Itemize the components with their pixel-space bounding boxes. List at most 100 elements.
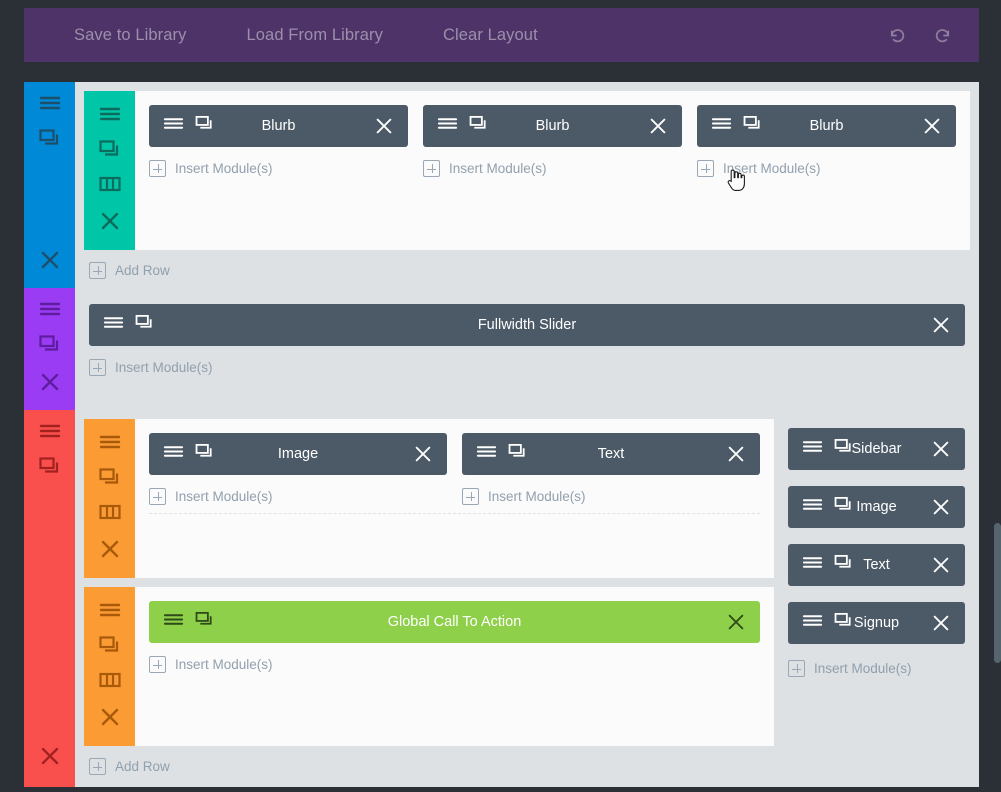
module-clone-icon[interactable]	[135, 314, 156, 336]
row-settings-icon[interactable]	[98, 601, 122, 624]
section-delete-icon[interactable]	[38, 248, 62, 277]
add-row-link[interactable]: Add Row	[89, 758, 170, 775]
module-clone-icon[interactable]	[195, 611, 216, 633]
module-delete-icon[interactable]	[931, 315, 951, 335]
module-global-call-to-action[interactable]: Global Call To Action	[149, 601, 760, 643]
module-title: Global Call To Action	[149, 614, 760, 630]
module-settings-icon[interactable]	[802, 497, 823, 517]
module-delete-icon[interactable]	[931, 439, 951, 459]
plus-icon	[89, 262, 106, 279]
row-clone-icon[interactable]	[98, 139, 122, 164]
module-settings-icon[interactable]	[802, 555, 823, 575]
insert-modules-link[interactable]: Insert Module(s)	[423, 147, 682, 177]
section-clone-icon[interactable]	[38, 334, 62, 359]
save-to-library-button[interactable]: Save to Library	[24, 26, 216, 45]
module-delete-icon[interactable]	[931, 555, 951, 575]
section-delete-icon[interactable]	[38, 744, 62, 773]
insert-modules-link[interactable]: Insert Module(s)	[89, 346, 965, 376]
row-columns-icon[interactable]	[98, 175, 122, 198]
module-delete-icon[interactable]	[931, 613, 951, 633]
section-delete-icon[interactable]	[38, 370, 62, 399]
row-clone-icon[interactable]	[98, 635, 122, 660]
row-delete-icon[interactable]	[98, 705, 122, 734]
row-columns: Blurb Insert Module(s)	[135, 91, 970, 250]
row-bottom-pad	[135, 514, 774, 532]
insert-modules-link[interactable]: Insert Module(s)	[149, 475, 447, 505]
module-delete-icon[interactable]	[726, 612, 746, 632]
module-text[interactable]: Text	[788, 544, 965, 586]
column: Blurb Insert Module(s)	[423, 105, 682, 236]
row-settings-icon[interactable]	[98, 105, 122, 128]
module-image[interactable]: Image	[788, 486, 965, 528]
column: Image Insert Module(s)	[149, 433, 447, 505]
module-delete-icon[interactable]	[413, 444, 433, 464]
module-settings-icon[interactable]	[437, 116, 458, 136]
module-delete-icon[interactable]	[922, 116, 942, 136]
row-delete-icon[interactable]	[98, 209, 122, 238]
module-settings-icon[interactable]	[163, 444, 184, 464]
row-body: Global Call To Action Insert Module(s)	[135, 587, 774, 746]
plus-icon	[149, 656, 166, 673]
module-delete-icon[interactable]	[374, 116, 394, 136]
module-image[interactable]: Image	[149, 433, 447, 475]
module-settings-icon[interactable]	[802, 613, 823, 633]
row-columns-icon[interactable]	[98, 503, 122, 526]
module-blurb[interactable]: Blurb	[697, 105, 956, 147]
column: Text Insert Module(s)	[462, 433, 760, 505]
module-blurb[interactable]: Blurb	[423, 105, 682, 147]
add-row-link[interactable]: Add Row	[89, 262, 170, 279]
module-sidebar[interactable]: Sidebar	[788, 428, 965, 470]
module-clone-icon[interactable]	[469, 115, 490, 137]
column: Global Call To Action Insert Module(s)	[149, 601, 760, 673]
section-red-body: Image Insert Module(s)	[75, 410, 979, 787]
module-clone-icon[interactable]	[743, 115, 764, 137]
section-settings-icon[interactable]	[38, 300, 62, 323]
module-blurb[interactable]: Blurb	[149, 105, 408, 147]
module-signup[interactable]: Signup	[788, 602, 965, 644]
row-delete-icon[interactable]	[98, 537, 122, 566]
module-clone-icon[interactable]	[834, 438, 855, 460]
insert-modules-link[interactable]: Insert Module(s)	[149, 147, 408, 177]
section-clone-icon[interactable]	[38, 128, 62, 153]
module-fullwidth-slider[interactable]: Fullwidth Slider	[89, 304, 965, 346]
module-clone-icon[interactable]	[834, 554, 855, 576]
section-settings-icon[interactable]	[38, 422, 62, 445]
module-clone-icon[interactable]	[834, 612, 855, 634]
insert-modules-link[interactable]: Insert Module(s)	[149, 643, 760, 673]
module-settings-icon[interactable]	[163, 612, 184, 632]
row-toolbar	[84, 587, 135, 746]
load-from-library-button[interactable]: Load From Library	[216, 26, 413, 45]
insert-modules-label: Insert Module(s)	[814, 661, 912, 676]
section-clone-icon[interactable]	[38, 456, 62, 481]
module-settings-icon[interactable]	[802, 439, 823, 459]
module-delete-icon[interactable]	[648, 116, 668, 136]
module-settings-icon[interactable]	[163, 116, 184, 136]
module-clone-icon[interactable]	[195, 443, 216, 465]
row-clone-icon[interactable]	[98, 467, 122, 492]
insert-modules-link[interactable]: Insert Module(s)	[462, 475, 760, 505]
module-clone-icon[interactable]	[195, 115, 216, 137]
undo-icon[interactable]	[873, 26, 920, 45]
module-clone-icon[interactable]	[834, 496, 855, 518]
redo-icon[interactable]	[920, 26, 979, 45]
row-columns-icon[interactable]	[98, 671, 122, 694]
module-settings-icon[interactable]	[103, 315, 124, 335]
module-clone-icon[interactable]	[508, 443, 529, 465]
section-red-toolbar	[24, 410, 75, 787]
module-settings-icon[interactable]	[476, 444, 497, 464]
insert-modules-link[interactable]: Insert Module(s)	[788, 660, 965, 677]
row-columns: Global Call To Action Insert Module(s)	[135, 587, 774, 681]
row-toolbar	[84, 419, 135, 578]
row-settings-icon[interactable]	[98, 433, 122, 456]
module-settings-icon[interactable]	[711, 116, 732, 136]
plus-icon	[89, 359, 106, 376]
page-scrollbar[interactable]	[994, 523, 1001, 663]
row-toolbar	[84, 91, 135, 250]
module-delete-icon[interactable]	[726, 444, 746, 464]
insert-modules-label: Insert Module(s)	[175, 489, 273, 504]
module-delete-icon[interactable]	[931, 497, 951, 517]
section-settings-icon[interactable]	[38, 94, 62, 117]
module-text[interactable]: Text	[462, 433, 760, 475]
insert-modules-link[interactable]: Insert Module(s)	[697, 147, 956, 177]
clear-layout-button[interactable]: Clear Layout	[413, 26, 568, 45]
